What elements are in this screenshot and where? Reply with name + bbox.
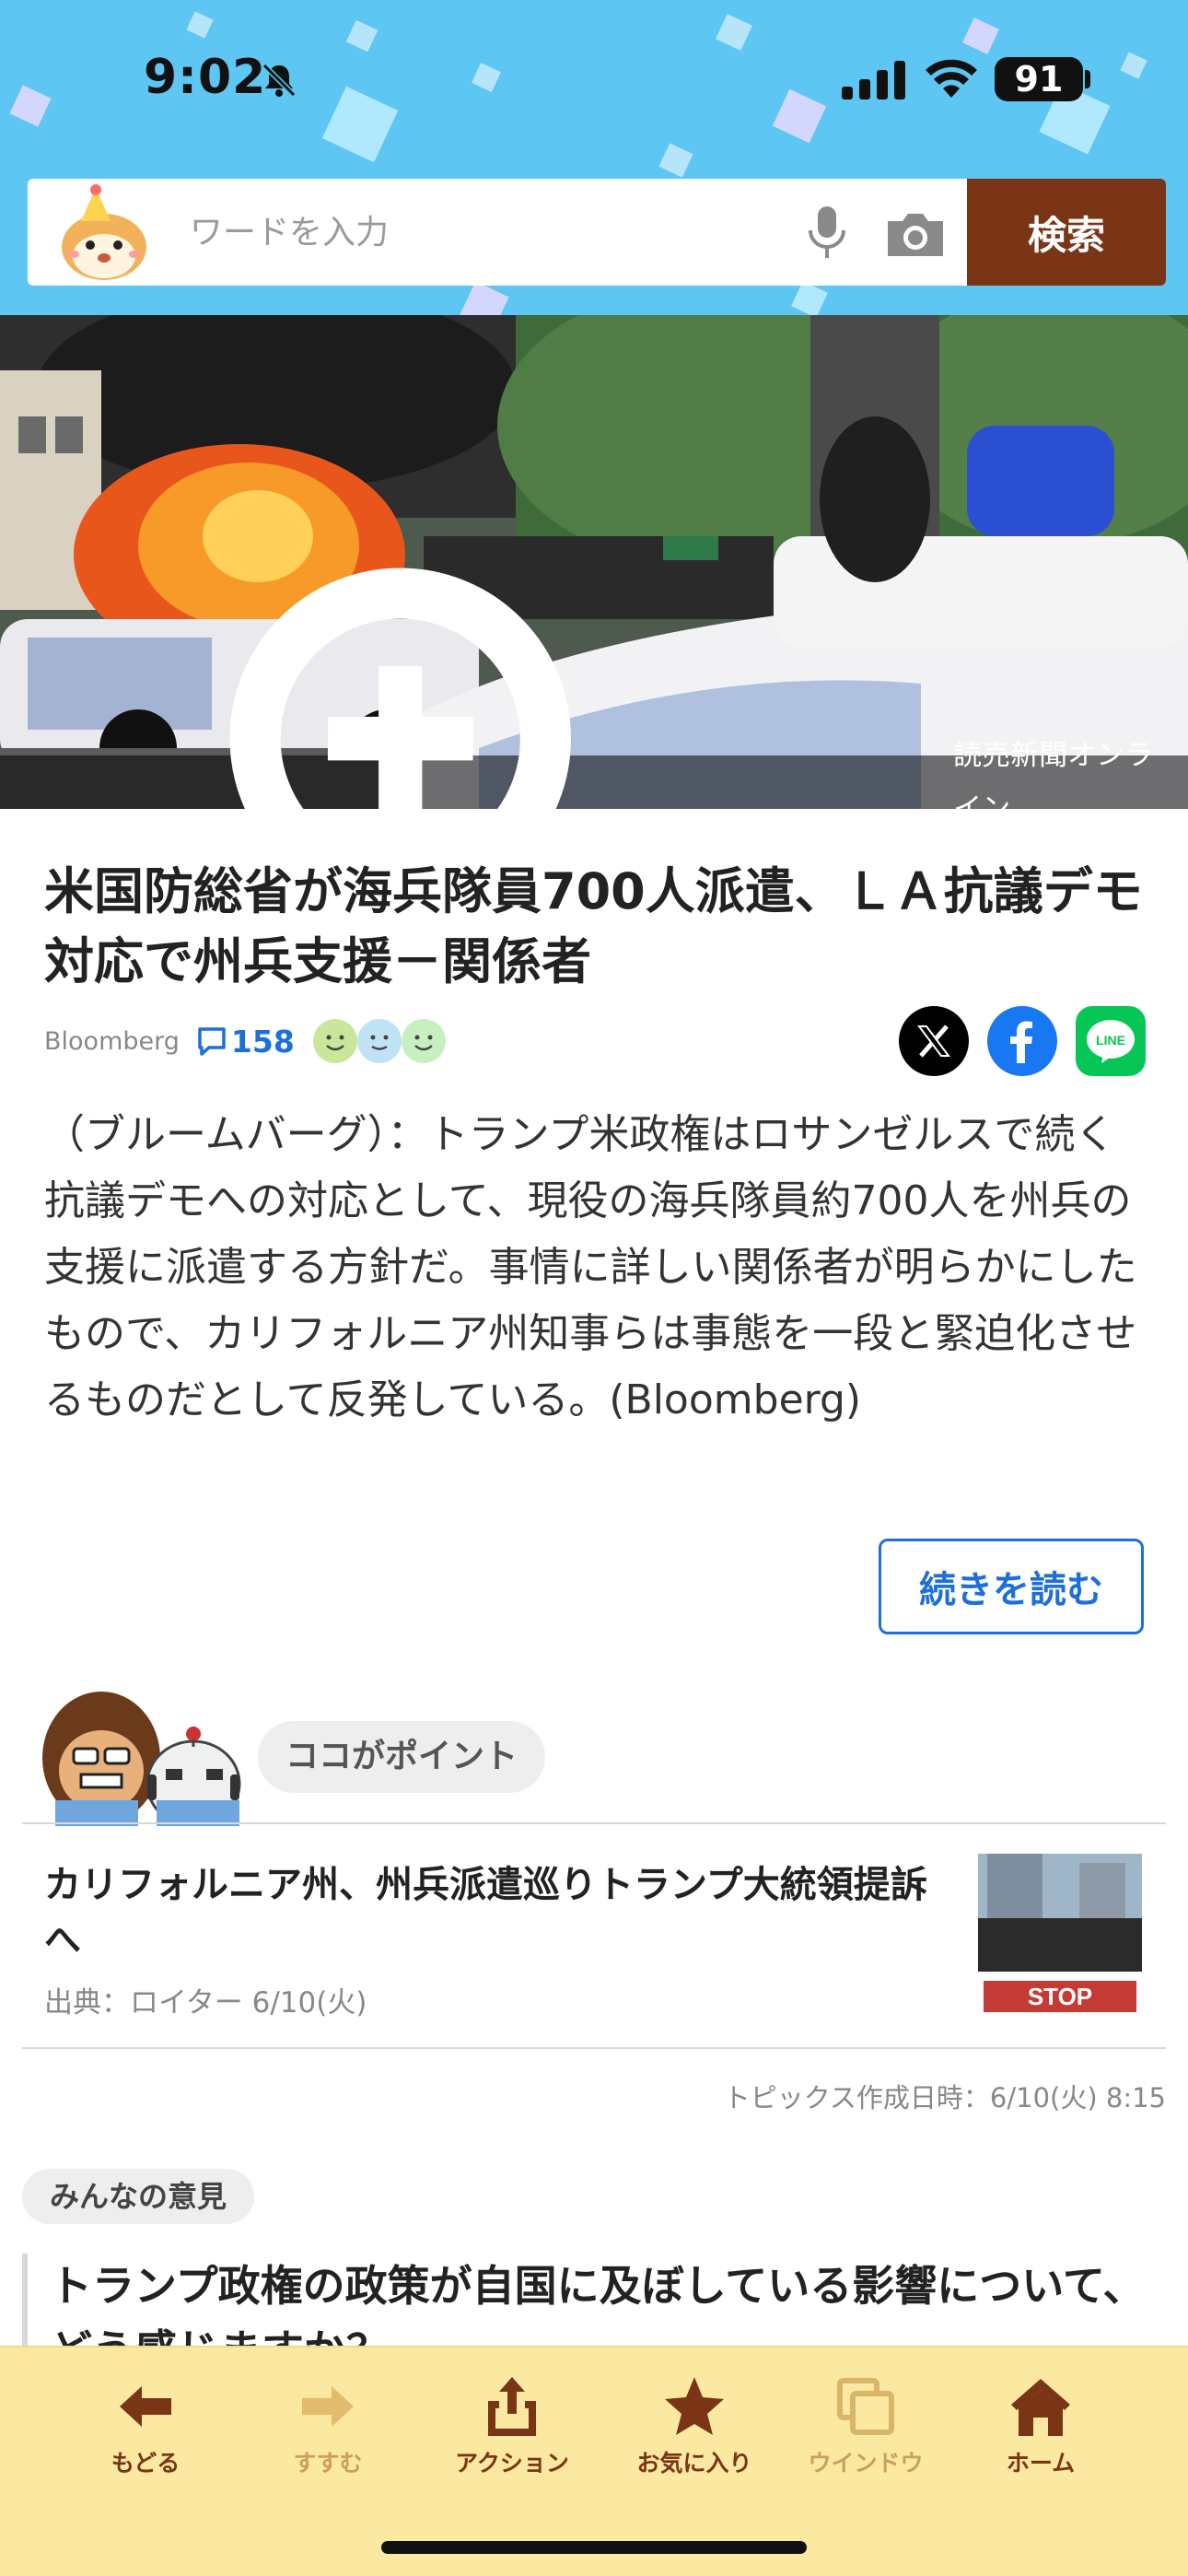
search-button[interactable]: 検索 bbox=[967, 179, 1166, 286]
divider bbox=[22, 2047, 1166, 2049]
topic-created-date: トピックス作成日時：6/10(火) 8:15 bbox=[723, 2082, 1166, 2113]
svg-text:LINE: LINE bbox=[1096, 1033, 1125, 1048]
toolbar-home-button[interactable]: ホーム bbox=[949, 2373, 1133, 2493]
svg-text:STOP: STOP bbox=[1028, 1983, 1092, 2010]
forward-arrow-icon bbox=[302, 2386, 354, 2427]
neutral-face-icon bbox=[355, 1017, 403, 1065]
smile-face-icon bbox=[400, 1017, 448, 1065]
toolbar-forward-button[interactable]: すすむ bbox=[236, 2373, 420, 2493]
toolbar-favorite-button[interactable]: お気に入り bbox=[602, 2373, 786, 2493]
read-more-button[interactable]: 続きを読む bbox=[879, 1539, 1144, 1634]
back-arrow-icon bbox=[120, 2386, 171, 2427]
x-logo-icon bbox=[917, 1025, 950, 1058]
confetti bbox=[791, 281, 828, 315]
signal-icon bbox=[842, 61, 905, 100]
share-facebook-button[interactable] bbox=[987, 1006, 1057, 1076]
mascot-characters bbox=[42, 1692, 241, 1826]
point-source: 出典：ロイター 6/10(火) bbox=[44, 1986, 367, 2020]
home-indicator[interactable] bbox=[381, 2541, 807, 2554]
search-bar: 検索 bbox=[28, 179, 1166, 286]
toolbar-forward-label: すすむ bbox=[293, 2450, 363, 2476]
status-time: 9:02 bbox=[144, 50, 267, 105]
confetti bbox=[186, 11, 214, 39]
article-source[interactable]: Bloomberg bbox=[44, 1027, 180, 1056]
share-action-icon bbox=[488, 2377, 536, 2436]
thumbnail-image: STOP bbox=[978, 1854, 1142, 2018]
app-header: 9:02 91 ワードを入力 検索 bbox=[0, 0, 1188, 315]
home-icon bbox=[1011, 2379, 1070, 2436]
bell-muted-icon bbox=[262, 63, 297, 98]
zoom-icon bbox=[229, 568, 571, 809]
point-label: ココがポイント bbox=[258, 1721, 546, 1793]
point-thumbnail[interactable]: STOP bbox=[978, 1854, 1142, 2018]
battery-level: 91 bbox=[1014, 59, 1064, 100]
toolbar-window-button[interactable]: ウインドウ bbox=[774, 2373, 958, 2493]
confetti bbox=[716, 14, 752, 51]
divider bbox=[22, 1822, 1166, 1824]
article-meta: Bloomberg 158 bbox=[44, 1019, 448, 1063]
reaction-faces[interactable] bbox=[312, 1017, 448, 1065]
photo-credit[interactable]: 読売新聞オンライン bbox=[0, 568, 1188, 809]
happy-face-icon bbox=[311, 1017, 359, 1065]
confetti bbox=[962, 18, 999, 54]
toolbar-back-button[interactable]: もどる bbox=[53, 2373, 238, 2493]
article-headline[interactable]: 米国防総省が海兵隊員700人派遣、ＬＡ抗議デモ対応で州兵支援－関係者 bbox=[44, 857, 1149, 997]
confetti bbox=[472, 63, 501, 92]
camera-icon[interactable] bbox=[882, 206, 949, 262]
confetti bbox=[1120, 52, 1147, 79]
confetti bbox=[460, 281, 509, 315]
comment-count[interactable]: 158 bbox=[231, 1024, 295, 1060]
toolbar-action-label: アクション bbox=[455, 2450, 569, 2476]
confetti bbox=[772, 88, 827, 144]
toolbar-back-label: もどる bbox=[111, 2450, 181, 2476]
share-x-button[interactable] bbox=[899, 1006, 969, 1076]
photo-credit-text: 読売新聞オンライン bbox=[953, 739, 1154, 809]
toolbar-window-label: ウインドウ bbox=[808, 2450, 924, 2476]
facebook-logo-icon bbox=[1010, 1021, 1032, 1063]
mascot-logo[interactable] bbox=[53, 184, 155, 284]
article-summary[interactable]: （ブルームバーグ）：トランプ米政権はロサンゼルスで続く抗議デモへの対応として、現… bbox=[44, 1102, 1149, 1434]
confetti bbox=[321, 86, 399, 163]
toolbar-home-label: ホーム bbox=[1006, 2450, 1076, 2476]
star-icon bbox=[665, 2377, 724, 2435]
confetti bbox=[9, 85, 52, 127]
share-line-button[interactable]: LINE bbox=[1076, 1006, 1146, 1076]
window-icon bbox=[837, 2378, 894, 2435]
search-input[interactable] bbox=[190, 179, 788, 286]
confetti bbox=[658, 143, 693, 178]
microphone-icon[interactable] bbox=[798, 203, 856, 262]
confetti bbox=[345, 19, 379, 53]
toolbar-action-button[interactable]: アクション bbox=[420, 2373, 604, 2493]
opinion-label: みんなの意見 bbox=[22, 2169, 255, 2224]
wifi-icon bbox=[926, 59, 977, 98]
battery-cap bbox=[1085, 70, 1090, 88]
toolbar-favorite-label: お気に入り bbox=[636, 2450, 752, 2476]
article-hero-image[interactable]: 読売新聞オンライン bbox=[0, 315, 1188, 809]
battery-indicator: 91 bbox=[995, 57, 1083, 101]
point-link-title[interactable]: カリフォルニア州、州兵派遣巡りトランプ大統領提訴へ bbox=[44, 1857, 956, 1968]
comment-icon[interactable] bbox=[196, 1025, 227, 1057]
line-logo-icon: LINE bbox=[1087, 1020, 1135, 1063]
